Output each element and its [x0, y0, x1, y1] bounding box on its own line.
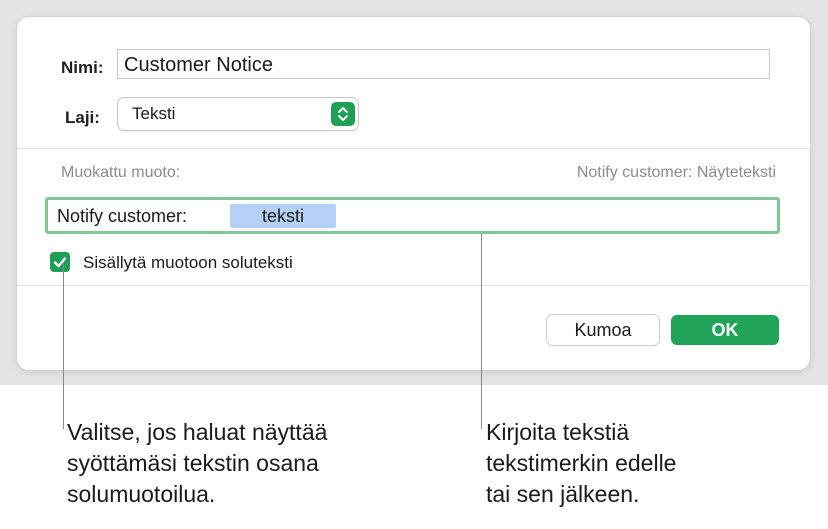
name-label: Nimi: [61, 58, 104, 77]
cancel-button[interactable]: Kumoa [547, 315, 659, 345]
include-cell-text-checkbox[interactable] [50, 252, 70, 272]
divider [17, 148, 810, 149]
text-token[interactable]: teksti [230, 204, 336, 228]
format-prefix-text: Notify customer: [57, 206, 188, 226]
type-label: Laji: [65, 108, 100, 127]
custom-format-dialog: Nimi: Customer Notice Laji: Teksti Muoka… [17, 17, 810, 370]
type-select-value: Teksti [132, 104, 176, 123]
checkmark-icon [53, 257, 67, 268]
callout-line-left [63, 262, 64, 429]
chevron-up-down-icon[interactable] [331, 102, 355, 126]
divider [17, 285, 810, 286]
callout-token-text: Kirjoita tekstiä tekstimerkin edelle tai… [486, 419, 677, 507]
type-select[interactable]: Teksti [118, 98, 358, 130]
format-preview: Notify customer: Näyteteksti [576, 164, 776, 181]
callout-line-right [481, 234, 482, 429]
ok-button[interactable]: OK [671, 315, 779, 345]
custom-format-label: Muokattu muoto: [61, 164, 181, 181]
custom-format-field[interactable]: Notify customer: teksti [45, 197, 780, 234]
callout-checkbox-text: Valitse, jos haluat näyttää syöttämäsi t… [67, 419, 328, 507]
name-input[interactable]: Customer Notice [117, 49, 770, 79]
include-cell-text-label[interactable]: Sisällytä muotoon soluteksti [83, 253, 293, 273]
